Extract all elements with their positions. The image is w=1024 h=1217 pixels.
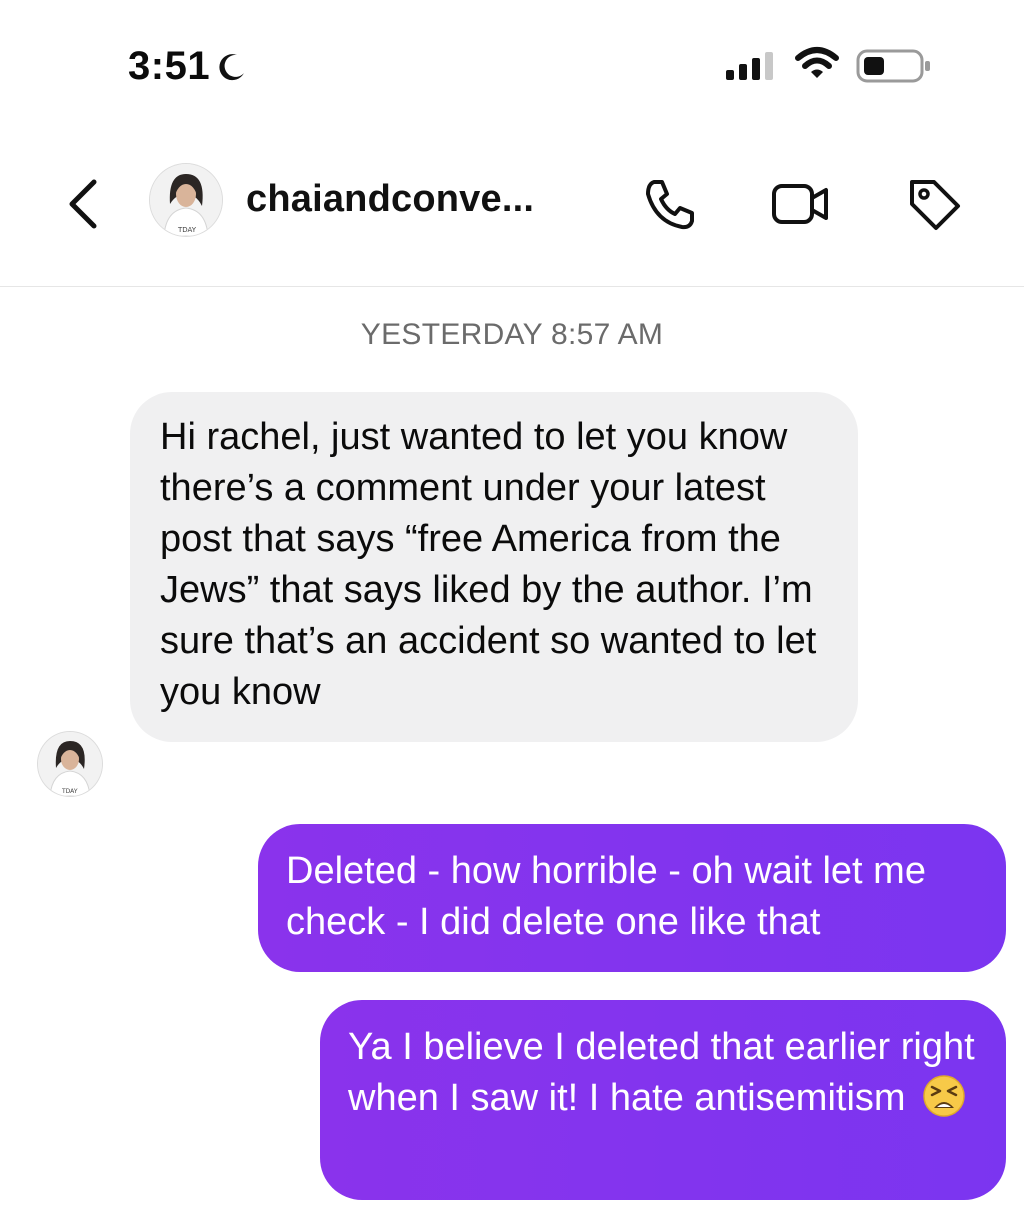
status-time: 3:51 bbox=[128, 44, 248, 89]
svg-text:TDAY: TDAY bbox=[61, 788, 78, 795]
conversation-username[interactable]: chaiandconve... bbox=[246, 178, 534, 221]
sender-avatar[interactable]: TDAY bbox=[38, 732, 102, 796]
battery-icon bbox=[856, 49, 930, 83]
wifi-icon bbox=[795, 47, 839, 78]
message-text: Ya I believe I deleted that earlier righ… bbox=[348, 1026, 975, 1119]
chat-header: TDAY chaiandconve... bbox=[0, 140, 1024, 287]
outgoing-message-bubble[interactable]: Deleted - how horrible - oh wait let me … bbox=[258, 824, 1006, 972]
tag-icon[interactable] bbox=[904, 174, 964, 234]
back-chevron-icon[interactable] bbox=[64, 176, 104, 232]
avatar[interactable]: TDAY bbox=[150, 164, 222, 236]
phone-icon[interactable] bbox=[640, 174, 700, 234]
moon-icon bbox=[219, 53, 245, 80]
tired-face-emoji bbox=[923, 1075, 965, 1117]
signal-icon bbox=[726, 52, 773, 80]
svg-text:TDAY: TDAY bbox=[177, 226, 197, 234]
thread-timestamp: YESTERDAY 8:57 AM bbox=[360, 318, 664, 351]
incoming-message-bubble[interactable]: Hi rachel, just wanted to let you know t… bbox=[130, 392, 858, 742]
message-text: Deleted - how horrible - oh wait let me … bbox=[286, 850, 926, 943]
video-camera-icon[interactable] bbox=[770, 174, 830, 234]
outgoing-message-bubble[interactable]: Ya I believe I deleted that earlier righ… bbox=[320, 1000, 1006, 1200]
message-text: Hi rachel, just wanted to let you know t… bbox=[160, 416, 817, 713]
time-label: 3:51 bbox=[128, 44, 211, 88]
status-bar: 3:51 bbox=[0, 0, 1024, 120]
